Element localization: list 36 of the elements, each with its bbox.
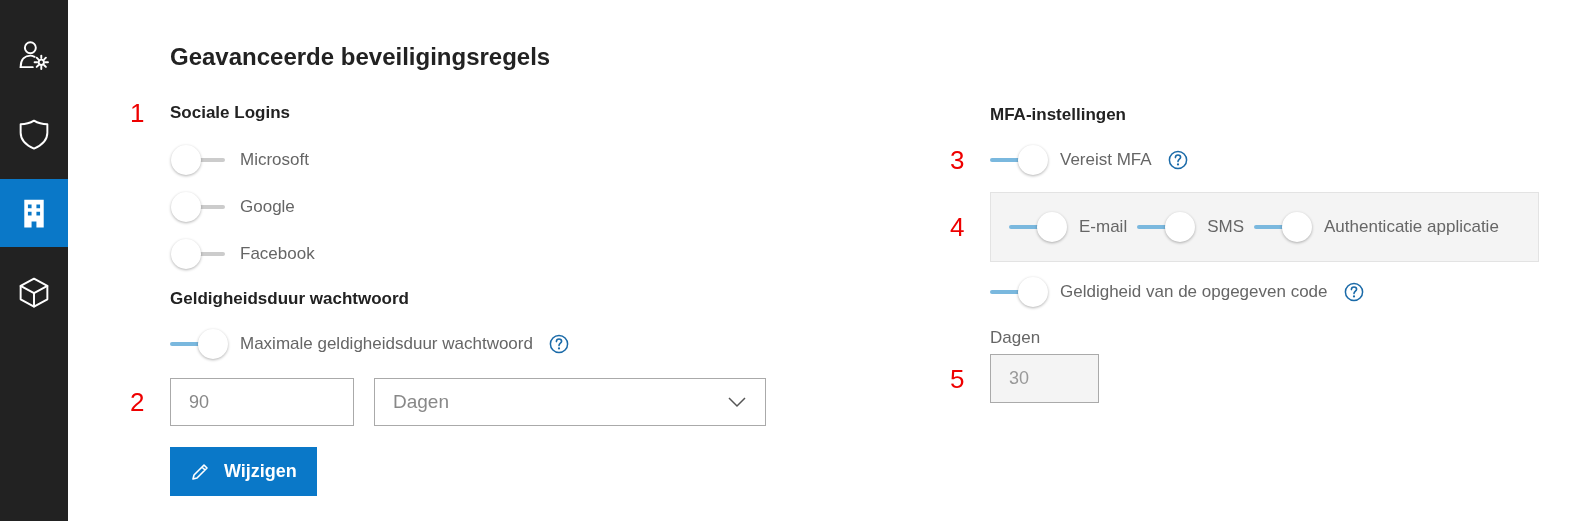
user-gear-icon	[17, 38, 51, 72]
toggle-label: Maximale geldigheidsduur wachtwoord	[240, 334, 533, 354]
page-title: Geavanceerde beveiligingsregels	[170, 42, 552, 72]
unit-dropdown[interactable]: Dagen	[374, 378, 766, 426]
toggle-switch[interactable]	[990, 276, 1050, 308]
chevron-down-icon	[727, 396, 747, 408]
toggle-label: Microsoft	[240, 150, 309, 170]
help-icon[interactable]	[1343, 282, 1364, 302]
cube-icon	[17, 275, 51, 309]
help-icon[interactable]	[1167, 150, 1188, 170]
section-heading: Geldigheidsduur wachtwoord	[170, 288, 410, 310]
pencil-icon	[190, 461, 210, 482]
annotation-number: 5	[950, 363, 966, 394]
toggle-label: SMS	[1207, 217, 1244, 237]
shield-icon	[17, 117, 51, 151]
section-heading: Sociale Logins	[170, 102, 291, 124]
dropdown-value: Dagen	[393, 391, 449, 413]
toggle-switch[interactable]	[990, 144, 1050, 176]
annotation-number: 4	[950, 212, 966, 242]
annotation-number: 2	[130, 387, 146, 417]
number-field[interactable]: 90	[170, 378, 354, 426]
toggle-label: E-mail	[1079, 217, 1128, 237]
toggle-label: Vereist MFA	[1060, 150, 1152, 170]
toggle-label: Google	[240, 197, 295, 217]
edit-button[interactable]: Wijzigen	[170, 447, 317, 496]
toggle-switch[interactable]	[1254, 211, 1314, 243]
annotation-number: 1	[130, 98, 146, 128]
toggle-label: Authenticatie applicatie	[1324, 217, 1499, 237]
toggle-label: Facebook	[240, 244, 315, 264]
toggle-label: Geldigheid van de opgegeven code	[1060, 282, 1328, 302]
help-icon[interactable]	[548, 334, 569, 354]
annotation-number: 3	[950, 145, 966, 175]
toggle-switch[interactable]	[1009, 211, 1069, 243]
section-heading: MFA-instellingen	[990, 104, 1127, 126]
toggle-switch[interactable]	[170, 328, 230, 360]
field-label: Dagen	[990, 328, 1042, 348]
